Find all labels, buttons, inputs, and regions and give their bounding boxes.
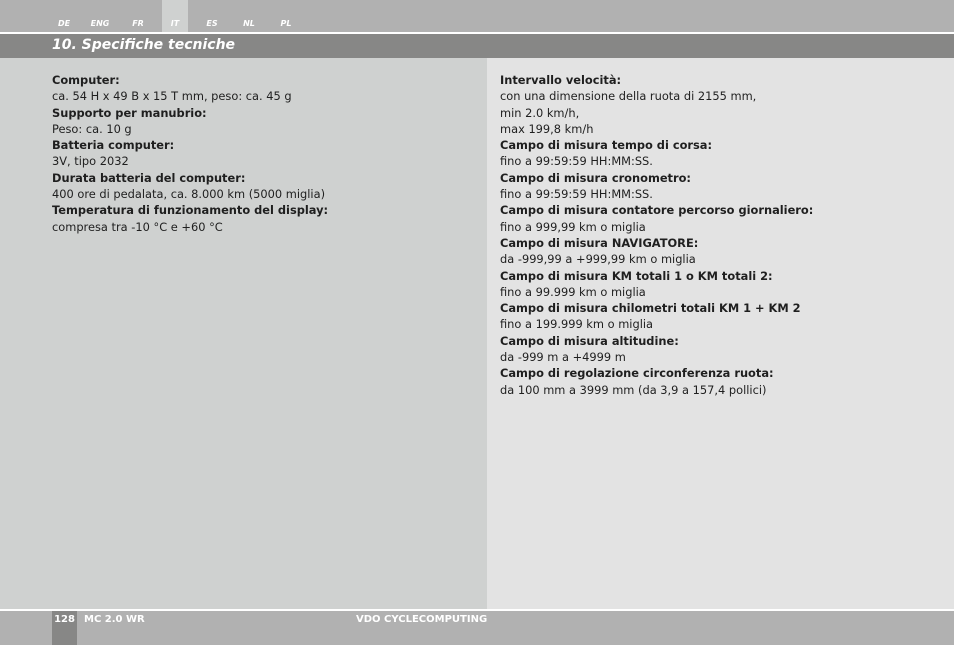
spec-value: da -999,99 a +999,99 km o miglia: [500, 252, 696, 267]
footer-bar: 128 MC 2.0 WR VDO CYCLECOMPUTING: [0, 611, 954, 645]
lang-tab-label: PL: [280, 19, 292, 28]
spec-value: max 199,8 km/h: [500, 121, 594, 136]
spec-label: Batteria computer:: [52, 138, 175, 153]
lang-tab-it[interactable]: IT: [162, 0, 188, 32]
footer-product: MC 2.0 WR: [84, 614, 145, 625]
lang-tab-label: ES: [206, 19, 218, 28]
spec-value: fino a 99:59:59 HH:MM:SS.: [500, 187, 653, 202]
spec-label: Campo di misura chilometri totali KM 1 +…: [500, 301, 801, 316]
lang-tab-label: ENG: [90, 19, 110, 28]
spec-label: Campo di misura altitudine:: [500, 333, 679, 348]
language-bar: DE ENG FR IT ES NL PL: [0, 0, 954, 32]
lang-tab-label: FR: [132, 19, 144, 28]
spec-label: Campo di misura contatore percorso giorn…: [500, 203, 814, 218]
spec-value: min 2.0 km/h,: [500, 105, 580, 120]
lang-tab-es[interactable]: ES: [199, 0, 225, 32]
right-spec-list: Intervallo velocità: con una dimensione d…: [500, 72, 945, 398]
spec-value: fino a 99:59:59 HH:MM:SS.: [500, 154, 653, 169]
section-title: 10. Specifiche tecniche: [52, 37, 236, 53]
spec-value: Peso: ca. 10 g: [52, 121, 132, 136]
spec-label: Campo di misura cronometro:: [500, 170, 691, 185]
spec-value: da -999 m a +4999 m: [500, 350, 626, 365]
section-header: 10. Specifiche tecniche: [0, 34, 954, 58]
lang-tab-eng[interactable]: ENG: [87, 0, 113, 32]
spec-value: 400 ore di pedalata, ca. 8.000 km (5000 …: [52, 187, 326, 202]
left-spec-list: Computer: ca. 54 H x 49 B x 15 T mm, peso…: [52, 72, 477, 235]
spec-label: Campo di misura NAVIGATORE:: [500, 235, 699, 250]
spec-value: 3V, tipo 2032: [52, 154, 129, 169]
spec-value: con una dimensione della ruota di 2155 m…: [500, 89, 757, 104]
spec-label: Durata batteria del computer:: [52, 170, 246, 185]
spec-label: Supporto per manubrio:: [52, 105, 207, 120]
left-column: Computer: ca. 54 H x 49 B x 15 T mm, peso…: [0, 58, 487, 609]
lang-tab-nl[interactable]: NL: [236, 0, 262, 32]
spec-label: Computer:: [52, 73, 120, 87]
page-number: 128: [52, 611, 77, 645]
lang-tab-de[interactable]: DE: [51, 0, 77, 32]
spec-value: fino a 999,99 km o miglia: [500, 219, 646, 234]
spec-value: da 100 mm a 3999 mm (da 3,9 a 157,4 poll…: [500, 382, 767, 397]
spec-label: Campo di misura KM totali 1 o KM totali …: [500, 268, 773, 283]
lang-tab-label: IT: [170, 19, 180, 28]
spec-label: Temperatura di funzionamento del display…: [52, 203, 329, 218]
lang-tab-label: DE: [57, 19, 71, 28]
lang-tab-fr[interactable]: FR: [125, 0, 151, 32]
spec-value: ca. 54 H x 49 B x 15 T mm, peso: ca. 45 …: [52, 89, 292, 104]
spec-value: fino a 199.999 km o miglia: [500, 317, 654, 332]
spec-value: fino a 99.999 km o miglia: [500, 284, 646, 299]
spec-label: Campo di regolazione circonferenza ruota…: [500, 366, 774, 381]
right-column: Intervallo velocità: con una dimensione d…: [487, 58, 954, 609]
lang-tab-label: NL: [243, 19, 255, 28]
spec-label: Intervallo velocità:: [500, 73, 622, 87]
spec-label: Campo di misura tempo di corsa:: [500, 138, 713, 153]
spec-value: compresa tra -10 °C e +60 °C: [52, 219, 223, 234]
lang-tab-pl[interactable]: PL: [273, 0, 299, 32]
footer-brand: VDO CYCLECOMPUTING: [356, 614, 488, 625]
